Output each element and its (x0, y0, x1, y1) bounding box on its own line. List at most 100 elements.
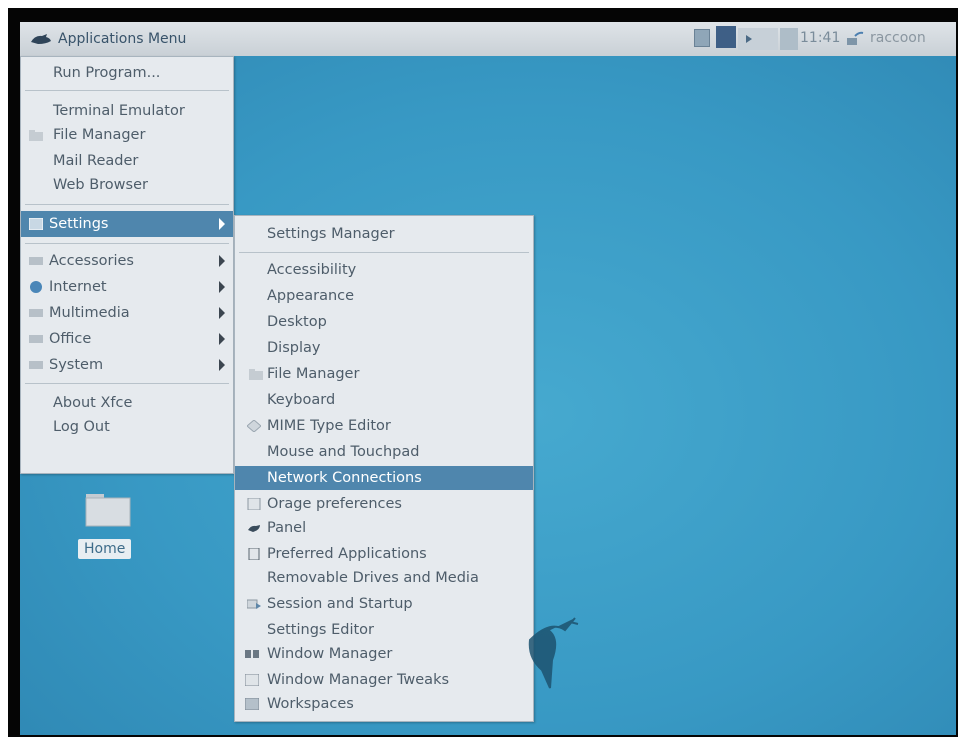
submenu-arrow-icon (219, 307, 225, 319)
folder-icon (29, 130, 43, 141)
menu-item-label: Window Manager Tweaks (267, 672, 450, 688)
top-panel: Applications Menu 11:41 raccoon (20, 22, 956, 56)
workspaces-icon (245, 698, 259, 710)
menu-item-system[interactable]: System (21, 353, 233, 377)
menu-item-label: File Manager (267, 366, 360, 382)
workspace-1-button[interactable] (716, 26, 736, 48)
network-icon[interactable] (846, 30, 864, 46)
menu-separator (25, 243, 229, 244)
menu-item-label: Accessories (49, 253, 134, 269)
menu-separator (25, 383, 229, 384)
menu-item-label: Session and Startup (267, 596, 413, 612)
menu-item-office[interactable]: Office (21, 327, 233, 351)
xfce-mascot-icon (528, 617, 579, 689)
menu-item-label: Office (49, 331, 92, 347)
menu-item-internet[interactable]: Internet (21, 275, 233, 299)
menu-item-label: Web Browser (53, 177, 148, 193)
submenu-item-settings-editor[interactable]: Settings Editor (235, 618, 533, 642)
submenu-arrow-icon (219, 255, 225, 267)
panel-clock[interactable]: 11:41 (800, 30, 840, 46)
menu-item-label: MIME Type Editor (267, 418, 391, 434)
menu-item-label: Log Out (53, 419, 110, 435)
menu-item-label: Run Program... (53, 65, 161, 81)
submenu-item-orage-preferences[interactable]: Orage preferences (235, 492, 533, 516)
window-manager-icon (245, 650, 259, 658)
menu-item-settings[interactable]: Settings (21, 211, 233, 237)
menu-separator (25, 90, 229, 91)
submenu-item-panel[interactable]: Panel (235, 516, 533, 540)
menu-item-log-out[interactable]: Log Out (21, 415, 233, 439)
submenu-item-display[interactable]: Display (235, 336, 533, 360)
menu-item-label: Panel (267, 520, 307, 536)
folder-icon (249, 369, 263, 380)
multimedia-icon (29, 309, 43, 317)
menu-item-file-manager[interactable]: File Manager (21, 123, 233, 147)
system-icon (29, 361, 43, 369)
submenu-item-session-and-startup[interactable]: Session and Startup (235, 592, 533, 616)
xfce-mouse-icon (31, 34, 51, 44)
workspace-3-button[interactable] (780, 28, 798, 50)
submenu-item-mime-type-editor[interactable]: MIME Type Editor (235, 414, 533, 438)
menu-item-label: Internet (49, 279, 107, 295)
menu-item-label: Settings Editor (267, 622, 374, 638)
submenu-item-network-connections[interactable]: Network Connections (235, 466, 533, 490)
submenu-item-keyboard[interactable]: Keyboard (235, 388, 533, 412)
menu-item-label: Removable Drives and Media (267, 570, 479, 586)
menu-item-label: Mail Reader (53, 153, 139, 169)
submenu-item-settings-manager[interactable]: Settings Manager (235, 222, 533, 246)
workspace-switcher-icon[interactable] (694, 29, 710, 47)
mime-type-icon (247, 420, 261, 432)
menu-item-label: Settings (49, 216, 109, 232)
applications-menu-label: Applications Menu (58, 31, 187, 47)
submenu-item-removable-drives[interactable]: Removable Drives and Media (235, 566, 533, 590)
workspace-2-button[interactable] (738, 28, 778, 50)
globe-icon (30, 281, 42, 293)
menu-item-label: Workspaces (267, 696, 354, 712)
menu-separator (25, 204, 229, 205)
menu-item-multimedia[interactable]: Multimedia (21, 301, 233, 325)
menu-item-about-xfce[interactable]: About Xfce (21, 391, 233, 415)
submenu-item-window-manager-tweaks[interactable]: Window Manager Tweaks (235, 668, 533, 692)
menu-item-accessories[interactable]: Accessories (21, 249, 233, 273)
submenu-item-file-manager[interactable]: File Manager (235, 362, 533, 386)
session-icon (247, 599, 261, 609)
submenu-item-appearance[interactable]: Appearance (235, 284, 533, 308)
panel-icon (248, 525, 260, 532)
menu-item-label: Mouse and Touchpad (267, 444, 420, 460)
menu-item-label: System (49, 357, 104, 373)
menu-item-label: Terminal Emulator (53, 103, 185, 119)
submenu-item-window-manager[interactable]: Window Manager (235, 642, 533, 666)
applications-menu-button[interactable]: Applications Menu (26, 27, 194, 51)
play-icon (746, 35, 752, 43)
menu-item-label: Appearance (267, 288, 355, 304)
menu-item-label: Orage preferences (267, 496, 402, 512)
submenu-item-accessibility[interactable]: Accessibility (235, 258, 533, 282)
menu-item-label: Network Connections (267, 470, 422, 486)
home-folder-label[interactable]: Home (78, 539, 132, 559)
menu-item-mail-reader[interactable]: Mail Reader (21, 149, 233, 173)
settings-submenu: Settings Manager Accessibility Appearanc… (234, 215, 534, 722)
menu-item-label: Multimedia (49, 305, 130, 321)
settings-icon (29, 218, 43, 230)
submenu-arrow-icon (219, 281, 225, 293)
calendar-icon (247, 498, 261, 510)
submenu-item-desktop[interactable]: Desktop (235, 310, 533, 334)
menu-item-terminal-emulator[interactable]: Terminal Emulator (21, 99, 233, 123)
menu-item-label: Accessibility (267, 262, 357, 278)
menu-item-label: Keyboard (267, 392, 336, 408)
home-folder-icon[interactable] (84, 488, 132, 528)
menu-item-web-browser[interactable]: Web Browser (21, 173, 233, 197)
submenu-item-mouse-and-touchpad[interactable]: Mouse and Touchpad (235, 440, 533, 464)
accessories-icon (29, 257, 43, 265)
user-name[interactable]: raccoon (870, 30, 926, 46)
submenu-item-workspaces[interactable]: Workspaces (235, 692, 533, 716)
menu-item-run-program[interactable]: Run Program... (21, 61, 233, 85)
submenu-arrow-icon (219, 359, 225, 371)
submenu-item-preferred-applications[interactable]: Preferred Applications (235, 542, 533, 566)
menu-separator (239, 252, 529, 253)
submenu-arrow-icon (219, 333, 225, 345)
menu-item-label: About Xfce (53, 395, 133, 411)
menu-item-label: Settings Manager (267, 226, 395, 242)
submenu-arrow-icon (219, 218, 225, 230)
menu-item-label: Display (267, 340, 321, 356)
